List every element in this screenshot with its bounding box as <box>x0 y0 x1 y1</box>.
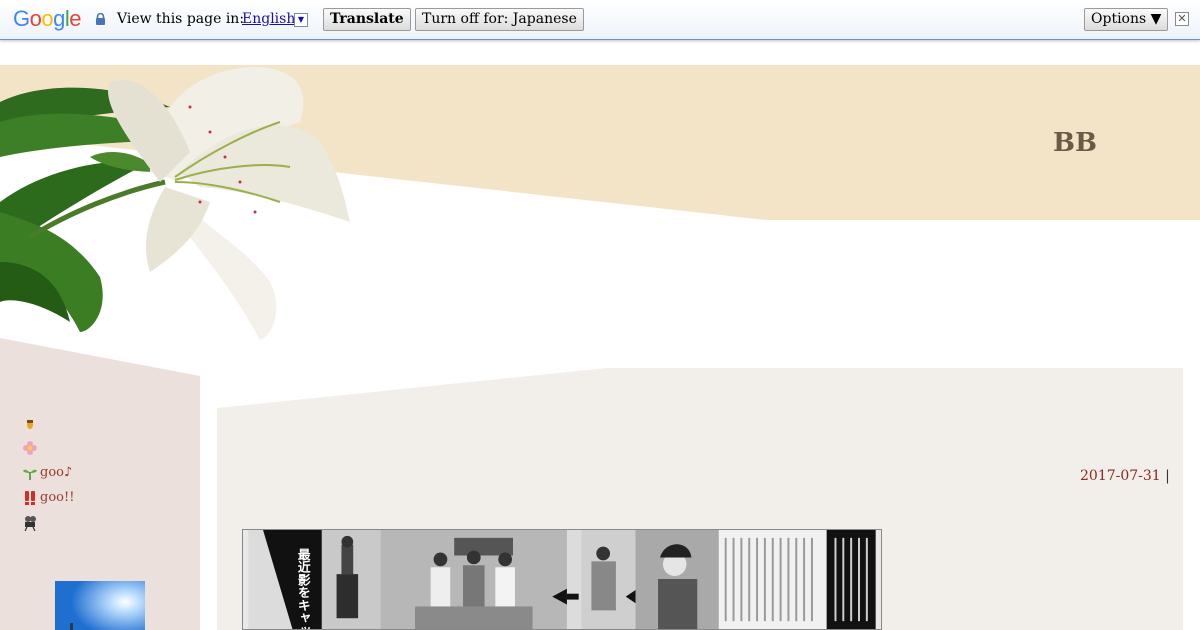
sidebar-item[interactable]: goo!! <box>22 485 74 510</box>
translate-prompt-label: View this page in: <box>117 11 245 27</box>
sidebar-menu: goo♪ goo!! <box>22 410 74 535</box>
turn-off-button[interactable]: Turn off for: Japanese <box>415 8 584 31</box>
language-link[interactable]: English <box>242 11 295 27</box>
translate-bar: Google View this page in: English ▼ Tran… <box>0 0 1200 40</box>
google-logo: Google <box>13 6 82 32</box>
language-dropdown-icon[interactable]: ▼ <box>294 13 308 27</box>
post-magazine-image[interactable]: 最近影をキャッチ <box>242 529 882 630</box>
sidebar-item[interactable]: goo♪ <box>22 460 74 485</box>
google-logo-letter: o <box>41 6 54 31</box>
post-date-line: 2017-07-31 | <box>1080 468 1170 484</box>
sidebar-item[interactable] <box>22 510 74 535</box>
google-logo-letter: g <box>53 6 65 31</box>
close-icon[interactable]: ✕ <box>1175 12 1189 26</box>
lock-icon <box>96 13 105 25</box>
post-image-caption: 最近影をキャッチ <box>295 548 310 630</box>
options-button[interactable]: Options ▼ <box>1084 8 1169 31</box>
sidebar-sky-photo[interactable] <box>55 581 145 630</box>
translate-button[interactable]: Translate <box>323 8 411 31</box>
lily-flower-image <box>0 67 350 340</box>
acorn-icon <box>27 419 33 429</box>
google-logo-letter: G <box>13 6 30 31</box>
camera-icon <box>24 515 36 531</box>
exclamation-icon <box>25 490 35 505</box>
flower-icon <box>23 440 37 455</box>
post-date[interactable]: 2017-07-31 <box>1080 468 1161 484</box>
google-logo-letter: o <box>29 6 42 31</box>
blog-title[interactable]: BB <box>1053 128 1097 158</box>
sidebar-item[interactable] <box>22 435 74 460</box>
sidebar-item[interactable] <box>22 410 74 435</box>
sidebar-item-label: goo!! <box>40 490 75 505</box>
post-separator: | <box>1165 468 1170 484</box>
sidebar-item-label: goo♪ <box>40 465 73 480</box>
google-logo-letter: e <box>69 6 82 31</box>
sprout-icon <box>23 469 37 480</box>
